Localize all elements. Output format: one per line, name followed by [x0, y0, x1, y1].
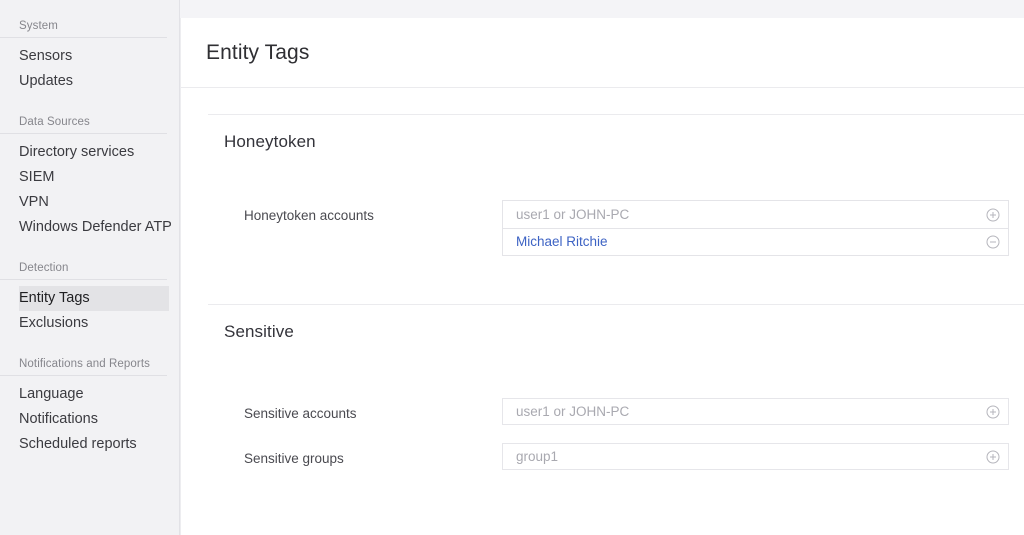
sensitive-groups-input[interactable]: group1 — [516, 448, 986, 466]
sidebar-item-sensors[interactable]: Sensors — [19, 44, 169, 69]
section-honeytoken: Honeytoken Honeytoken accounts user1 or … — [181, 115, 1024, 304]
plus-circle-icon[interactable] — [986, 450, 1000, 464]
plus-circle-icon[interactable] — [986, 405, 1000, 419]
form-row-sensitive-accounts: Sensitive accounts user1 or JOHN-PC — [208, 398, 1024, 425]
honeytoken-accounts-input[interactable]: user1 or JOHN-PC — [516, 206, 986, 224]
sidebar-item-windows-defender-atp[interactable]: Windows Defender ATP — [19, 215, 172, 240]
honeytoken-account-value[interactable]: Michael Ritchie — [516, 233, 986, 251]
sidebar-item-vpn[interactable]: VPN — [19, 190, 169, 215]
row-gap — [208, 425, 1024, 443]
nav-group-title-data-sources: Data Sources — [0, 114, 167, 134]
sidebar-item-exclusions[interactable]: Exclusions — [19, 311, 169, 336]
sensitive-groups-label: Sensitive groups — [244, 451, 344, 466]
nav-group-title-notifications-and-reports: Notifications and Reports — [0, 356, 167, 376]
section-heading-honeytoken: Honeytoken — [224, 132, 316, 151]
sensitive-groups-field: group1 — [502, 443, 1009, 470]
honeytoken-accounts-box: user1 or JOHN-PC Michael Ritchie — [502, 200, 1009, 256]
plus-circle-icon[interactable] — [986, 208, 1000, 222]
section-heading-sensitive: Sensitive — [224, 322, 294, 341]
form-row-honeytoken-accounts: Honeytoken accounts user1 or JOHN-PC Mic… — [208, 200, 1024, 256]
nav-group-detection: Detection Entity Tags Exclusions — [0, 260, 179, 336]
settings-sidebar: System Sensors Updates Data Sources Dire… — [0, 0, 180, 535]
minus-circle-icon[interactable] — [986, 235, 1000, 249]
nav-group-notifications-and-reports: Notifications and Reports Language Notif… — [0, 356, 179, 457]
sidebar-item-entity-tags[interactable]: Entity Tags — [19, 286, 169, 311]
nav-group-data-sources: Data Sources Directory services SIEM VPN… — [0, 114, 179, 240]
nav-group-system: System Sensors Updates — [0, 18, 179, 94]
sidebar-item-updates[interactable]: Updates — [19, 69, 169, 94]
sidebar-item-directory-services[interactable]: Directory services — [19, 140, 169, 165]
sensitive-groups-input-box[interactable]: group1 — [502, 443, 1009, 470]
sidebar-item-scheduled-reports[interactable]: Scheduled reports — [19, 432, 169, 457]
panel-top-spacer — [181, 88, 1024, 114]
sidebar-item-notifications[interactable]: Notifications — [19, 407, 169, 432]
sensitive-accounts-input[interactable]: user1 or JOHN-PC — [516, 403, 986, 421]
settings-page: System Sensors Updates Data Sources Dire… — [0, 0, 1024, 535]
sidebar-item-siem[interactable]: SIEM — [19, 165, 169, 190]
sensitive-accounts-input-box[interactable]: user1 or JOHN-PC — [502, 398, 1009, 425]
honeytoken-accounts-field: user1 or JOHN-PC Michael Ritchie — [502, 200, 1009, 256]
sidebar-item-language[interactable]: Language — [19, 382, 169, 407]
honeytoken-accounts-input-row[interactable]: user1 or JOHN-PC — [503, 201, 1008, 228]
settings-panel: Entity Tags Honeytoken Honeytoken accoun… — [180, 18, 1024, 535]
list-item[interactable]: Michael Ritchie — [503, 228, 1008, 255]
main-content: Entity Tags Honeytoken Honeytoken accoun… — [180, 0, 1024, 535]
sensitive-accounts-label: Sensitive accounts — [244, 406, 357, 421]
panel-header: Entity Tags — [181, 18, 1024, 88]
sensitive-accounts-field: user1 or JOHN-PC — [502, 398, 1009, 425]
form-row-sensitive-groups: Sensitive groups group1 — [208, 443, 1024, 470]
section-sensitive: Sensitive Sensitive accounts user1 or JO… — [181, 305, 1024, 470]
page-title: Entity Tags — [206, 40, 310, 64]
honeytoken-accounts-label: Honeytoken accounts — [244, 208, 374, 223]
nav-group-title-system: System — [0, 18, 167, 38]
nav-group-title-detection: Detection — [0, 260, 167, 280]
